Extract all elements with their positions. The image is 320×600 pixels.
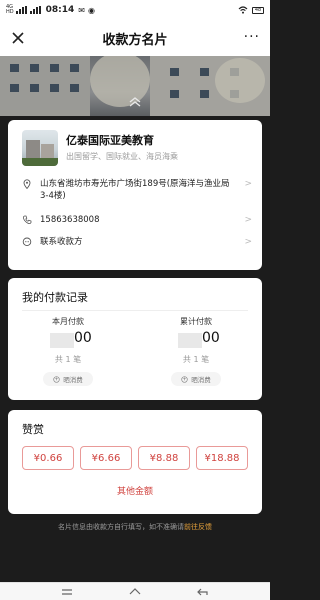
share-spending-label: 晒消费 xyxy=(63,376,83,384)
monthly-payment-count: 共 1 笔 xyxy=(54,355,82,364)
home-icon[interactable] xyxy=(128,586,142,598)
monthly-amount-visible: 00 xyxy=(74,330,92,346)
payment-records-card: 我的付款记录 本月付款 00 共 1 笔 晒消费 累计付款 00 共 1 笔 晒… xyxy=(8,278,262,400)
total-payment-label: 累计付款 xyxy=(180,317,212,326)
banner-image xyxy=(0,56,270,116)
total-payment-count: 共 1 笔 xyxy=(182,355,210,364)
merchant-avatar xyxy=(22,130,58,166)
address-row[interactable]: 山东省潍坊市寿光市广场街189号(原海洋与渔业局3-4楼) > xyxy=(22,178,252,202)
signal-icon-secondary xyxy=(29,6,41,14)
nav-bar: 收款方名片 ··· xyxy=(0,20,270,56)
reward-title: 赞赏 xyxy=(22,423,44,436)
network-type-bottom: HD xyxy=(6,9,14,15)
more-options-icon[interactable]: ··· xyxy=(244,30,260,44)
system-nav-bar xyxy=(0,582,270,600)
footer-note: 名片信息由收款方自行填写，如不准确请前往反馈 xyxy=(0,522,270,532)
other-amount-link[interactable]: 其他金额 xyxy=(8,484,262,497)
chevron-right-icon: > xyxy=(244,237,252,247)
status-bar: 4G HD 08:14 ✉ ◉ 48 xyxy=(0,0,270,20)
contact-merchant-label: 联系收款方 xyxy=(40,237,83,247)
footer-note-text: 名片信息由收款方自行填写，如不准确请 xyxy=(58,523,184,531)
reward-option-button[interactable]: ¥18.88 xyxy=(196,446,248,470)
merchant-tags: 出国留学、国际就业、海员海乘 xyxy=(66,152,178,161)
battery-level: 48 xyxy=(254,7,262,13)
share-spending-button[interactable]: 晒消费 xyxy=(43,372,93,386)
address-text: 山东省潍坊市寿光市广场街189号(原海洋与渔业局3-4楼) xyxy=(40,179,230,201)
redacted-digits xyxy=(178,333,202,348)
network-type: 4G HD xyxy=(6,5,14,15)
clock: 08:14 xyxy=(45,5,75,15)
monthly-payment-amount: 00 xyxy=(8,330,128,350)
reward-option-button[interactable]: ¥6.66 xyxy=(80,446,132,470)
merchant-name: 亿泰国际亚美教育 xyxy=(66,134,154,147)
merchant-profile-card: 亿泰国际亚美教育 出国留学、国际就业、海员海乘 山东省潍坊市寿光市广场街189号… xyxy=(8,120,262,270)
wifi-icon xyxy=(238,6,248,14)
reward-option-button[interactable]: ¥8.88 xyxy=(138,446,190,470)
share-icon xyxy=(181,375,188,383)
share-icon xyxy=(53,375,60,383)
chevron-right-icon: > xyxy=(244,179,252,189)
back-icon[interactable] xyxy=(196,586,210,598)
location-pin-icon xyxy=(23,179,31,189)
page-title: 收款方名片 xyxy=(102,32,168,48)
total-payment-stat: 累计付款 00 共 1 笔 晒消费 xyxy=(136,316,256,396)
contact-merchant-row[interactable]: 联系收款方 > xyxy=(22,236,252,248)
phone-row[interactable]: 15863638008 > xyxy=(22,214,252,226)
chat-bubble-icon xyxy=(22,237,32,247)
phone-icon xyxy=(22,215,32,224)
total-payment-amount: 00 xyxy=(136,330,256,350)
records-title: 我的付款记录 xyxy=(22,291,88,304)
reward-card: 赞赏 ¥0.66 ¥6.66 ¥8.88 ¥18.88 其他金额 xyxy=(8,410,262,514)
phone-number: 15863638008 xyxy=(40,215,100,225)
total-amount-visible: 00 xyxy=(202,330,220,346)
message-icon: ✉ xyxy=(78,5,85,15)
divider xyxy=(22,310,248,311)
chevron-right-icon: > xyxy=(244,215,252,225)
monthly-payment-label: 本月付款 xyxy=(52,317,84,326)
battery-icon: 48 xyxy=(252,6,264,14)
reward-option-button[interactable]: ¥0.66 xyxy=(22,446,74,470)
redacted-digits xyxy=(50,333,74,348)
app-notification-icon: ◉ xyxy=(87,5,95,15)
close-icon[interactable] xyxy=(8,28,28,48)
share-spending-label: 晒消费 xyxy=(191,376,211,384)
feedback-link[interactable]: 前往反馈 xyxy=(184,523,212,531)
menu-icon[interactable] xyxy=(60,586,74,598)
share-spending-button[interactable]: 晒消费 xyxy=(171,372,221,386)
expand-chevron-icon[interactable] xyxy=(125,96,145,108)
monthly-payment-stat: 本月付款 00 共 1 笔 晒消费 xyxy=(8,316,128,396)
signal-icon xyxy=(15,6,27,14)
reward-options: ¥0.66 ¥6.66 ¥8.88 ¥18.88 xyxy=(22,446,248,470)
